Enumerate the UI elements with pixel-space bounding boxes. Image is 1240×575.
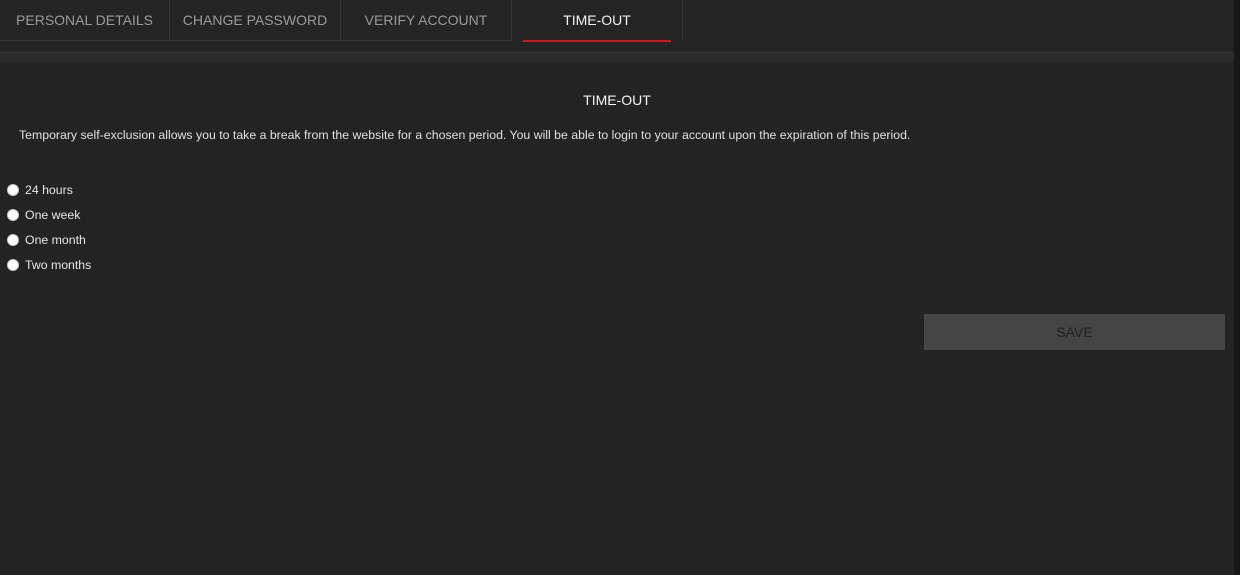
radio-button[interactable] [7,209,19,221]
section-title: TIME-OUT [583,92,651,108]
option-one-week[interactable]: One week [7,207,80,223]
tab-label: TIME-OUT [563,12,631,28]
tab-label: CHANGE PASSWORD [182,12,328,28]
timeout-page: PERSONAL DETAILS CHANGE PASSWORD VERIFY … [0,0,1240,575]
radio-button[interactable] [7,184,19,196]
tab-personal-details[interactable]: PERSONAL DETAILS [0,0,170,41]
option-24-hours[interactable]: 24 hours [7,182,73,198]
active-tab-indicator [523,40,671,42]
tab-verify-account[interactable]: VERIFY ACCOUNT [341,0,512,41]
tab-change-password[interactable]: CHANGE PASSWORD [170,0,341,41]
option-label: One month [25,233,86,247]
option-two-months[interactable]: Two months [7,257,91,273]
option-one-month[interactable]: One month [7,232,86,248]
option-label: Two months [25,258,92,272]
window-edge [1234,0,1240,575]
tab-label: PERSONAL DETAILS [16,12,153,28]
option-label: One week [25,208,81,222]
radio-button[interactable] [7,259,19,271]
tab-bar: PERSONAL DETAILS CHANGE PASSWORD VERIFY … [0,0,1234,53]
section-divider [0,53,1234,62]
tab-time-out[interactable]: TIME-OUT [512,0,683,42]
tab-label: VERIFY ACCOUNT [364,12,488,28]
option-label: 24 hours [25,183,73,197]
save-button[interactable]: SAVE [924,314,1225,350]
radio-button[interactable] [7,234,19,246]
section-description: Temporary self-exclusion allows you to t… [19,128,911,142]
